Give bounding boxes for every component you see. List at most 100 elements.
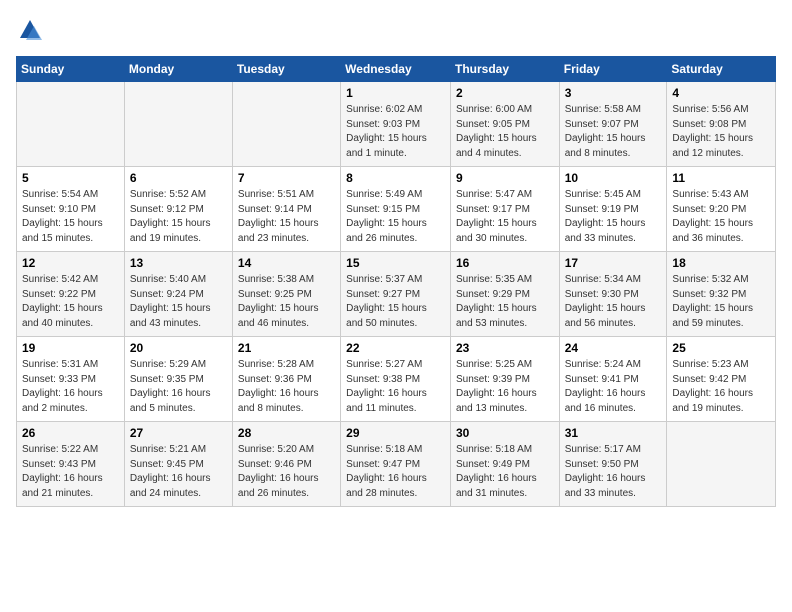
day-number: 7 xyxy=(238,171,335,185)
calendar-day-cell: 21 Sunrise: 5:28 AM Sunset: 9:36 PM Dayli… xyxy=(232,337,340,422)
day-of-week-header: Tuesday xyxy=(232,57,340,82)
day-details: Sunrise: 5:43 AM Sunset: 9:20 PM Dayligh… xyxy=(672,188,770,246)
day-details: Sunrise: 5:47 AM Sunset: 9:17 PM Dayligh… xyxy=(456,188,554,246)
calendar-day-cell: 11 Sunrise: 5:43 AM Sunset: 9:20 PM Dayli… xyxy=(667,167,776,252)
calendar-day-cell: 10 Sunrise: 5:45 AM Sunset: 9:19 PM Dayli… xyxy=(559,167,667,252)
day-number: 6 xyxy=(130,171,227,185)
day-details: Sunrise: 5:27 AM Sunset: 9:38 PM Dayligh… xyxy=(346,358,445,416)
day-details: Sunrise: 5:32 AM Sunset: 9:32 PM Dayligh… xyxy=(672,273,770,331)
day-number: 27 xyxy=(130,426,227,440)
day-of-week-header: Sunday xyxy=(17,57,125,82)
calendar-week-row: 5Sunrise: 5:54 AM Sunset: 9:10 PM Daylig… xyxy=(17,167,776,252)
calendar-day-cell: 22 Sunrise: 5:27 AM Sunset: 9:38 PM Dayli… xyxy=(341,337,451,422)
day-of-week-header: Saturday xyxy=(667,57,776,82)
calendar-day-cell: 14 Sunrise: 5:38 AM Sunset: 9:25 PM Dayli… xyxy=(232,252,340,337)
day-details: Sunrise: 5:18 AM Sunset: 9:49 PM Dayligh… xyxy=(456,443,554,501)
calendar-day-cell: 2 Sunrise: 6:00 AM Sunset: 9:05 PM Daylig… xyxy=(450,82,559,167)
day-number: 16 xyxy=(456,256,554,270)
day-number: 11 xyxy=(672,171,770,185)
calendar-day-cell: 9 Sunrise: 5:47 AM Sunset: 9:17 PM Daylig… xyxy=(450,167,559,252)
day-details: Sunrise: 5:35 AM Sunset: 9:29 PM Dayligh… xyxy=(456,273,554,331)
day-number: 12 xyxy=(22,256,119,270)
day-details: Sunrise: 5:25 AM Sunset: 9:39 PM Dayligh… xyxy=(456,358,554,416)
calendar-week-row: 19 Sunrise: 5:31 AM Sunset: 9:33 PM Dayli… xyxy=(17,337,776,422)
calendar-day-cell: 8 Sunrise: 5:49 AM Sunset: 9:15 PM Daylig… xyxy=(341,167,451,252)
calendar-day-cell: 23Sunrise: 5:25 AM Sunset: 9:39 PM Dayli… xyxy=(450,337,559,422)
day-of-week-header: Wednesday xyxy=(341,57,451,82)
calendar-day-cell: 20 Sunrise: 5:29 AM Sunset: 9:35 PM Dayli… xyxy=(124,337,232,422)
day-details: Sunrise: 5:23 AM Sunset: 9:42 PM Dayligh… xyxy=(672,358,770,416)
day-number: 22 xyxy=(346,341,445,355)
day-of-week-header: Friday xyxy=(559,57,667,82)
day-number: 20 xyxy=(130,341,227,355)
day-details: Sunrise: 5:34 AM Sunset: 9:30 PM Dayligh… xyxy=(565,273,662,331)
calendar-day-cell: 28 Sunrise: 5:20 AM Sunset: 9:46 PM Dayli… xyxy=(232,422,340,507)
day-details: Sunrise: 5:38 AM Sunset: 9:25 PM Dayligh… xyxy=(238,273,335,331)
calendar-week-row: 26Sunrise: 5:22 AM Sunset: 9:43 PM Dayli… xyxy=(17,422,776,507)
day-details: Sunrise: 5:58 AM Sunset: 9:07 PM Dayligh… xyxy=(565,103,662,161)
generalblue-logo-icon xyxy=(16,16,44,44)
calendar-day-cell: 26Sunrise: 5:22 AM Sunset: 9:43 PM Dayli… xyxy=(17,422,125,507)
calendar-day-cell: 24Sunrise: 5:24 AM Sunset: 9:41 PM Dayli… xyxy=(559,337,667,422)
day-details: Sunrise: 5:51 AM Sunset: 9:14 PM Dayligh… xyxy=(238,188,335,246)
day-number: 19 xyxy=(22,341,119,355)
day-details: Sunrise: 5:17 AM Sunset: 9:50 PM Dayligh… xyxy=(565,443,662,501)
day-details: Sunrise: 5:56 AM Sunset: 9:08 PM Dayligh… xyxy=(672,103,770,161)
day-details: Sunrise: 5:31 AM Sunset: 9:33 PM Dayligh… xyxy=(22,358,119,416)
calendar-day-cell: 25 Sunrise: 5:23 AM Sunset: 9:42 PM Dayli… xyxy=(667,337,776,422)
day-details: Sunrise: 5:52 AM Sunset: 9:12 PM Dayligh… xyxy=(130,188,227,246)
day-number: 30 xyxy=(456,426,554,440)
day-number: 29 xyxy=(346,426,445,440)
page-header xyxy=(16,16,776,44)
day-details: Sunrise: 6:02 AM Sunset: 9:03 PM Dayligh… xyxy=(346,103,445,161)
calendar-day-cell: 18Sunrise: 5:32 AM Sunset: 9:32 PM Dayli… xyxy=(667,252,776,337)
day-details: Sunrise: 5:29 AM Sunset: 9:35 PM Dayligh… xyxy=(130,358,227,416)
day-number: 31 xyxy=(565,426,662,440)
day-details: Sunrise: 5:24 AM Sunset: 9:41 PM Dayligh… xyxy=(565,358,662,416)
calendar-header-row: SundayMondayTuesdayWednesdayThursdayFrid… xyxy=(17,57,776,82)
day-details: Sunrise: 6:00 AM Sunset: 9:05 PM Dayligh… xyxy=(456,103,554,161)
calendar-day-cell: 13 Sunrise: 5:40 AM Sunset: 9:24 PM Dayli… xyxy=(124,252,232,337)
day-details: Sunrise: 5:28 AM Sunset: 9:36 PM Dayligh… xyxy=(238,358,335,416)
day-details: Sunrise: 5:37 AM Sunset: 9:27 PM Dayligh… xyxy=(346,273,445,331)
day-number: 25 xyxy=(672,341,770,355)
logo xyxy=(16,16,48,44)
calendar-day-cell: 17 Sunrise: 5:34 AM Sunset: 9:30 PM Dayli… xyxy=(559,252,667,337)
day-number: 10 xyxy=(565,171,662,185)
day-number: 21 xyxy=(238,341,335,355)
calendar-day-cell: 19 Sunrise: 5:31 AM Sunset: 9:33 PM Dayli… xyxy=(17,337,125,422)
day-number: 14 xyxy=(238,256,335,270)
calendar-day-cell: 5Sunrise: 5:54 AM Sunset: 9:10 PM Daylig… xyxy=(17,167,125,252)
day-details: Sunrise: 5:20 AM Sunset: 9:46 PM Dayligh… xyxy=(238,443,335,501)
day-details: Sunrise: 5:21 AM Sunset: 9:45 PM Dayligh… xyxy=(130,443,227,501)
day-details: Sunrise: 5:49 AM Sunset: 9:15 PM Dayligh… xyxy=(346,188,445,246)
day-details: Sunrise: 5:40 AM Sunset: 9:24 PM Dayligh… xyxy=(130,273,227,331)
day-details: Sunrise: 5:45 AM Sunset: 9:19 PM Dayligh… xyxy=(565,188,662,246)
calendar-day-cell: 4 Sunrise: 5:56 AM Sunset: 9:08 PM Daylig… xyxy=(667,82,776,167)
day-number: 28 xyxy=(238,426,335,440)
day-number: 1 xyxy=(346,86,445,100)
day-number: 2 xyxy=(456,86,554,100)
calendar-table: SundayMondayTuesdayWednesdayThursdayFrid… xyxy=(16,56,776,507)
day-of-week-header: Thursday xyxy=(450,57,559,82)
calendar-week-row: 1 Sunrise: 6:02 AM Sunset: 9:03 PM Daylig… xyxy=(17,82,776,167)
day-number: 5 xyxy=(22,171,119,185)
calendar-day-cell: 31 Sunrise: 5:17 AM Sunset: 9:50 PM Dayli… xyxy=(559,422,667,507)
day-number: 26 xyxy=(22,426,119,440)
calendar-day-cell: 1 Sunrise: 6:02 AM Sunset: 9:03 PM Daylig… xyxy=(341,82,451,167)
calendar-day-cell: 15 Sunrise: 5:37 AM Sunset: 9:27 PM Dayli… xyxy=(341,252,451,337)
day-number: 13 xyxy=(130,256,227,270)
calendar-day-cell xyxy=(17,82,125,167)
calendar-day-cell: 12Sunrise: 5:42 AM Sunset: 9:22 PM Dayli… xyxy=(17,252,125,337)
calendar-day-cell: 27 Sunrise: 5:21 AM Sunset: 9:45 PM Dayli… xyxy=(124,422,232,507)
day-number: 4 xyxy=(672,86,770,100)
day-number: 15 xyxy=(346,256,445,270)
day-number: 3 xyxy=(565,86,662,100)
day-number: 17 xyxy=(565,256,662,270)
day-number: 8 xyxy=(346,171,445,185)
calendar-day-cell: 16 Sunrise: 5:35 AM Sunset: 9:29 PM Dayli… xyxy=(450,252,559,337)
calendar-day-cell: 6 Sunrise: 5:52 AM Sunset: 9:12 PM Daylig… xyxy=(124,167,232,252)
day-number: 9 xyxy=(456,171,554,185)
calendar-day-cell xyxy=(667,422,776,507)
calendar-day-cell: 7 Sunrise: 5:51 AM Sunset: 9:14 PM Daylig… xyxy=(232,167,340,252)
